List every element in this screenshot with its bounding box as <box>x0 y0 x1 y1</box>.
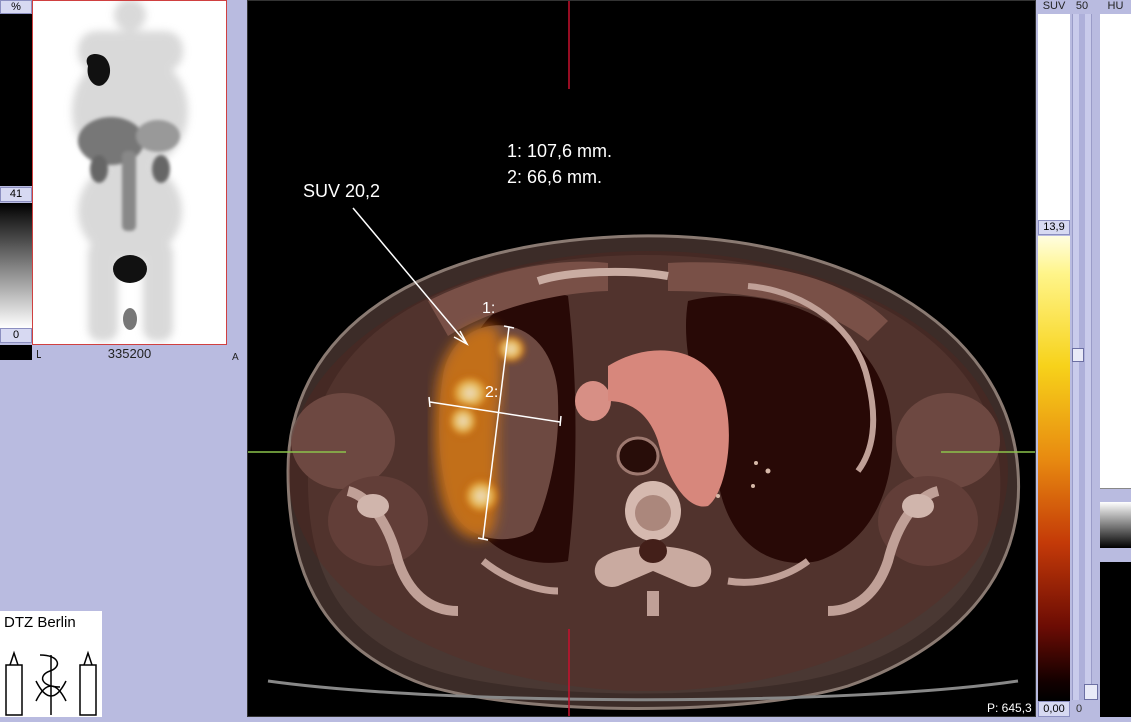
marker-2-label: 2: <box>485 384 499 401</box>
blend-slider-thumb[interactable] <box>1072 348 1084 362</box>
mip-id-number: 335200 <box>107 346 152 361</box>
axial-slice-image <box>248 1 1035 716</box>
slider-value-label: 50 <box>1075 0 1089 12</box>
gray-scale-black-area <box>0 14 32 186</box>
gray-scale-bottom <box>0 345 32 360</box>
gray-scale-max: 41 <box>0 187 32 202</box>
logo-text: DTZ Berlin <box>4 614 76 631</box>
pet-ct-axial-viewer[interactable]: 1: 107,6 mm. 2: 66,6 mm. SUV 20,2 1: 2: … <box>247 0 1036 717</box>
suv-scale-max: 13,9 <box>1038 220 1070 235</box>
suv-color-scale[interactable] <box>1038 236 1070 701</box>
gray-scale-min: 0 <box>0 328 32 343</box>
mip-image[interactable] <box>32 0 227 345</box>
hu-scale-label: HU <box>1107 0 1124 12</box>
hu-gray-scale[interactable] <box>1100 502 1131 548</box>
suv-scale-top-area <box>1038 14 1070 234</box>
hu-scale-top-area <box>1100 14 1131 488</box>
suv-annotation: SUV 20,2 <box>303 181 381 201</box>
hu-window-upper-band[interactable] <box>1100 488 1131 503</box>
suv-scale-min: 0,00 <box>1038 701 1070 717</box>
measurement-2-label: 2: 66,6 mm. <box>507 167 603 187</box>
slider-zero-label: 0 <box>1076 703 1083 715</box>
gray-scale-bar[interactable] <box>0 203 32 328</box>
suv-scale-label: SUV <box>1042 0 1066 12</box>
hu-scale-bottom-area <box>1100 562 1131 717</box>
window-slider-thumb[interactable] <box>1084 684 1098 700</box>
percent-label: % <box>0 0 32 14</box>
measurement-1-label: 1: 107,6 mm. <box>507 141 613 161</box>
mip-orientation-label: A <box>232 352 239 363</box>
hu-window-lower-band[interactable] <box>1100 548 1131 563</box>
marker-1-label: 1: <box>482 300 496 317</box>
slice-position: P: 645,3 <box>987 701 1032 715</box>
